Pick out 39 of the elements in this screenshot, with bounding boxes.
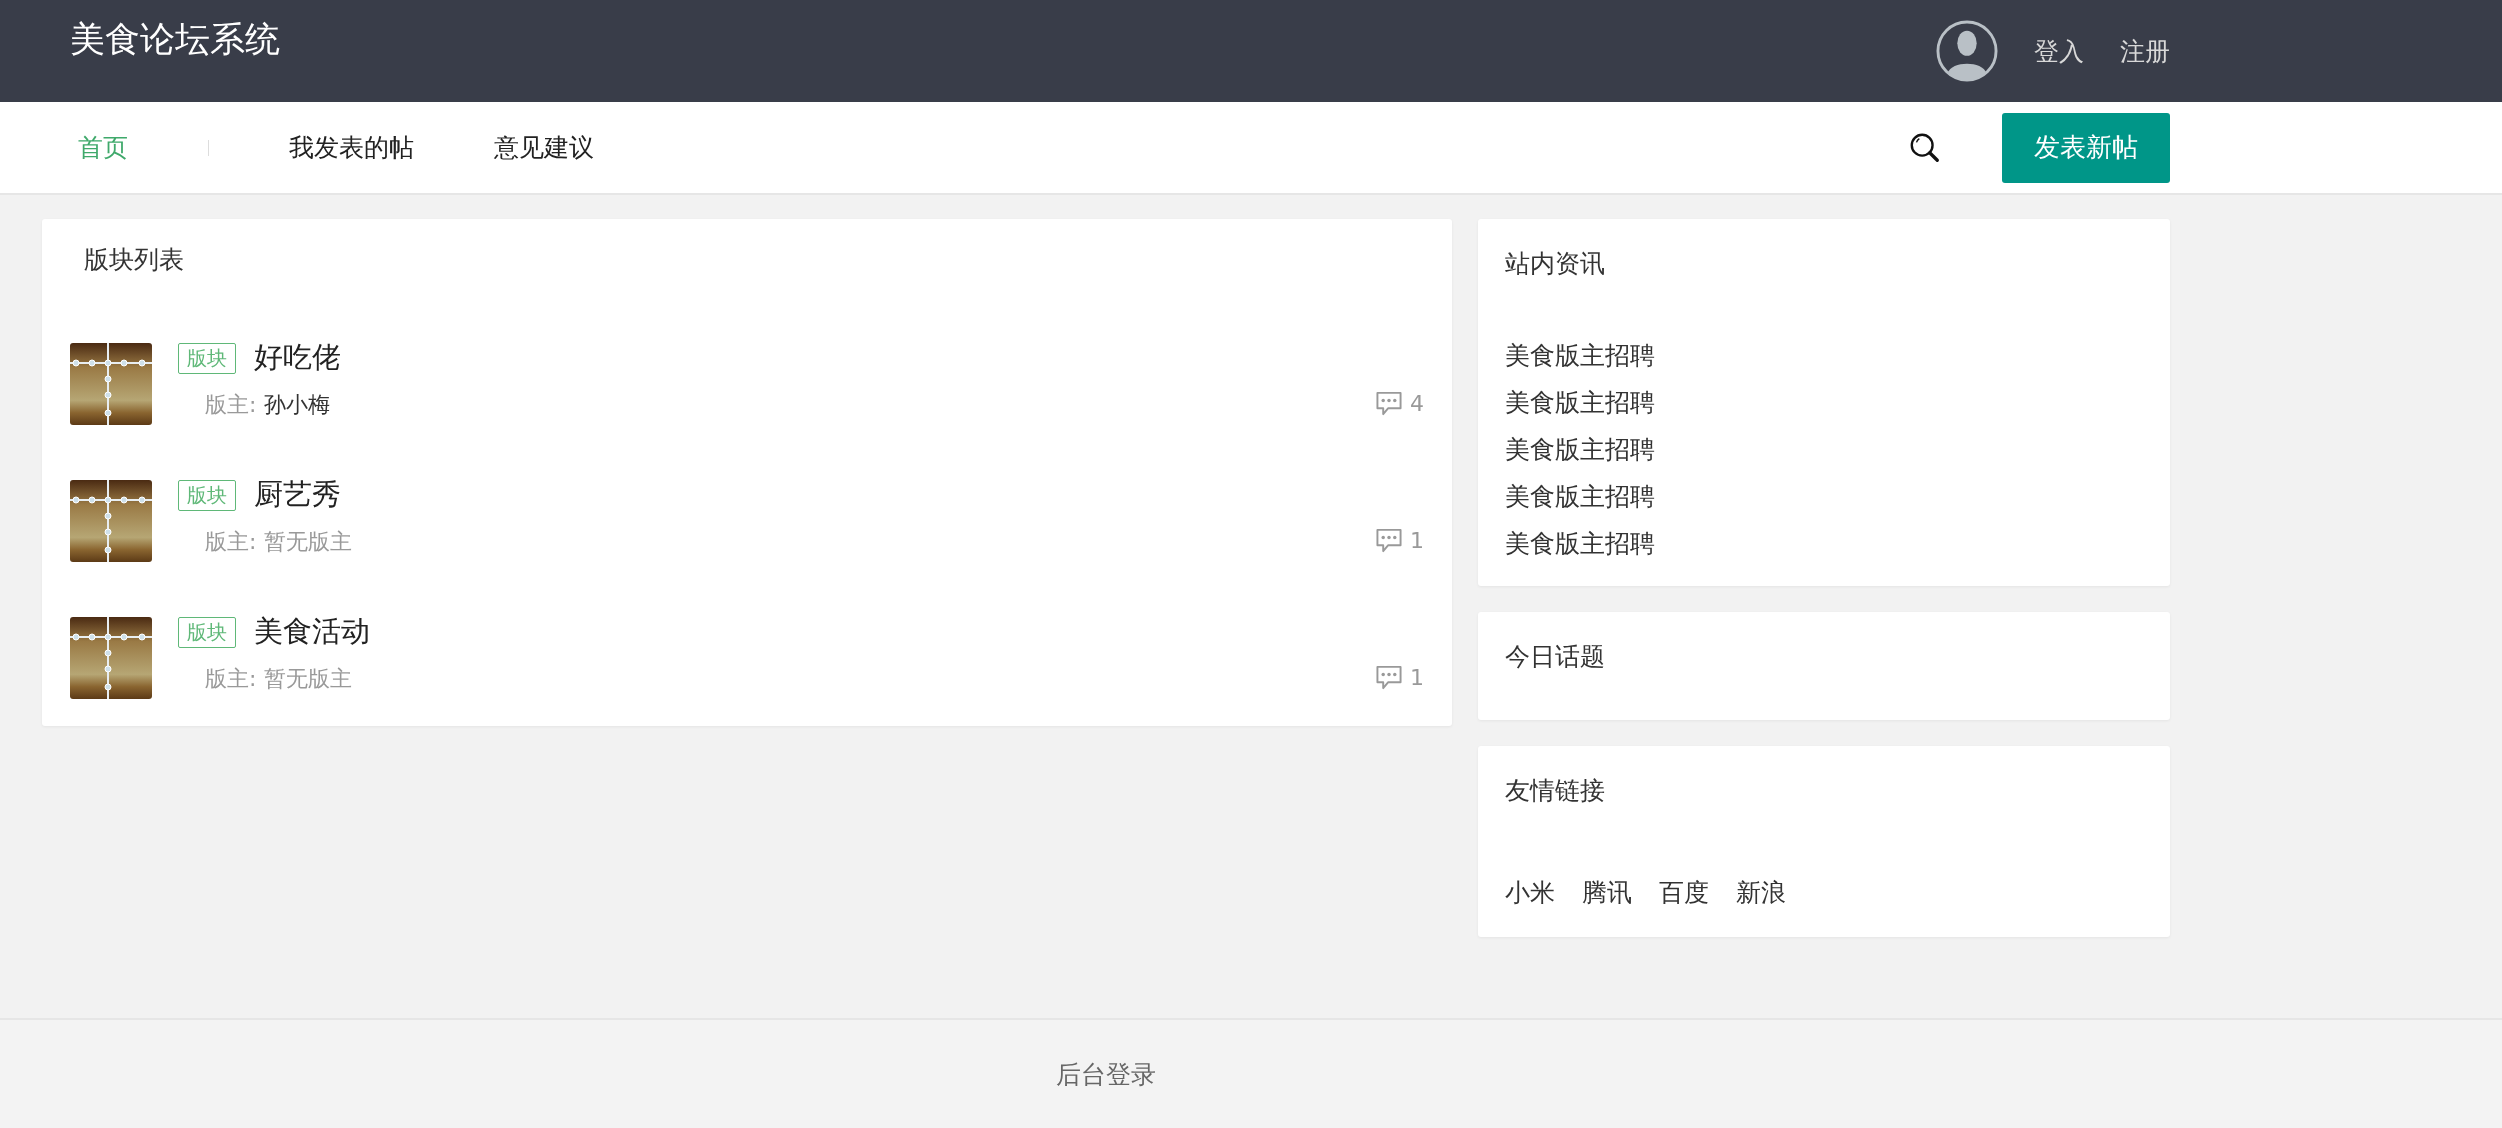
board-tag: 版块 — [178, 342, 236, 374]
moderator-label: 版主: — [205, 666, 257, 691]
comment-count: 4 — [1410, 391, 1424, 416]
friend-link[interactable]: 百度 — [1659, 876, 1709, 909]
comment-count: 1 — [1410, 528, 1424, 553]
card-title: 友情链接 — [1505, 775, 1606, 807]
site-title: 美食论坛系统 — [70, 17, 280, 61]
new-post-button[interactable]: 发表新帖 — [2002, 112, 2170, 183]
card-title: 站内资讯 — [1505, 248, 1606, 280]
board-name[interactable]: 美食活动 — [254, 612, 370, 652]
board-name[interactable]: 好吃佬 — [254, 338, 341, 378]
comment-icon — [1374, 390, 1404, 417]
admin-login-link[interactable]: 后台登录 — [1056, 1057, 1156, 1091]
news-item[interactable]: 美食版主招聘 — [1505, 339, 2143, 372]
moderator-label: 版主: — [205, 392, 257, 417]
nav-tab[interactable]: 意见建议 — [494, 131, 594, 164]
nav-tab[interactable]: 我发表的帖 — [289, 131, 414, 164]
comment-icon — [1374, 664, 1404, 691]
board-tag: 版块 — [178, 479, 236, 511]
moderator-label: 版主: — [205, 529, 257, 554]
news-item[interactable]: 美食版主招聘 — [1505, 386, 2143, 419]
board-name[interactable]: 厨艺秀 — [254, 475, 341, 515]
board-tag: 版块 — [178, 616, 236, 648]
avatar-icon — [1936, 20, 1998, 82]
friend-link[interactable]: 腾讯 — [1582, 876, 1632, 909]
moderator-name: 孙小梅 — [264, 392, 331, 417]
news-item[interactable]: 美食版主招聘 — [1505, 527, 2143, 560]
header-link[interactable]: 登入 — [2034, 34, 2084, 68]
card-title: 版块列表 — [83, 244, 185, 276]
news-item[interactable]: 美食版主招聘 — [1505, 480, 2143, 513]
header-link[interactable]: 注册 — [2120, 34, 2170, 68]
moderator-name: 暂无版主 — [264, 666, 353, 691]
friend-link[interactable]: 新浪 — [1736, 876, 1786, 909]
news-item[interactable]: 美食版主招聘 — [1505, 433, 2143, 466]
card-title: 今日话题 — [1505, 641, 1606, 673]
comment-icon — [1374, 527, 1404, 554]
friend-link[interactable]: 小米 — [1505, 876, 1555, 909]
comment-count: 1 — [1410, 665, 1424, 690]
moderator-name: 暂无版主 — [264, 529, 353, 554]
